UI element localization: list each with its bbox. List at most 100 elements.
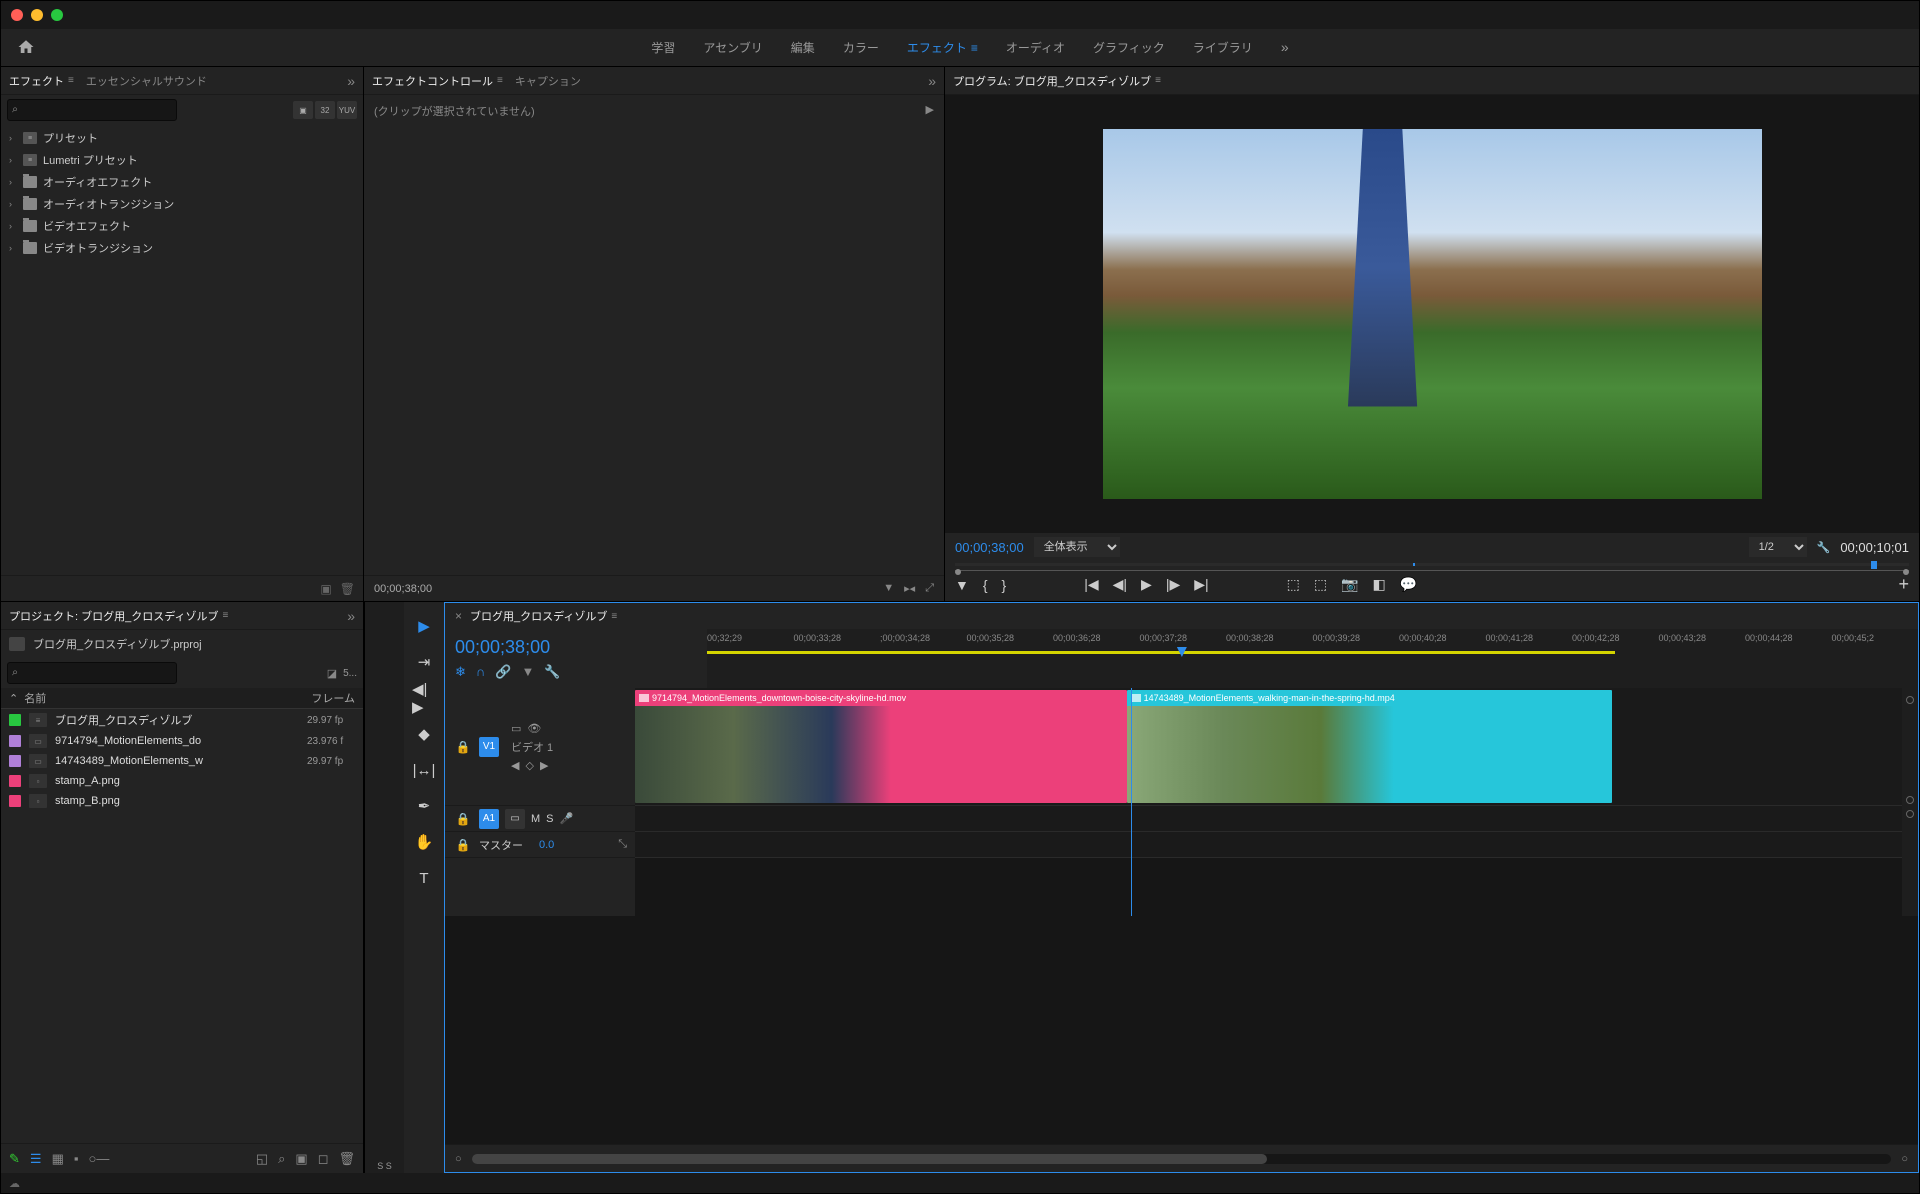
collapse-icon[interactable]: ⤡ xyxy=(618,838,627,851)
close-seq-icon[interactable]: × xyxy=(455,609,462,623)
tree-presets[interactable]: ›≡プリセット xyxy=(5,127,359,149)
mute-button[interactable]: M xyxy=(531,813,540,825)
step-fwd-icon[interactable]: |▶ xyxy=(1166,576,1180,593)
zoom-slider-icon[interactable]: ○— xyxy=(88,1151,109,1166)
type-tool-icon[interactable]: T xyxy=(412,866,436,890)
goto-out-icon[interactable]: ▶| xyxy=(1194,576,1208,593)
tab-essential-sound[interactable]: エッセンシャルサウンド xyxy=(86,73,207,89)
eye-icon[interactable]: 👁 xyxy=(527,722,541,735)
zoom-dot[interactable] xyxy=(1906,810,1914,818)
magnet-icon[interactable]: ∩ xyxy=(476,664,485,680)
badge-yuv-icon[interactable]: YUV xyxy=(337,101,357,119)
tree-lumetri[interactable]: ›≡Lumetri プリセット xyxy=(5,149,359,171)
program-viewer[interactable] xyxy=(945,95,1919,533)
pencil-icon[interactable]: ✎ xyxy=(9,1151,20,1167)
ws-editing[interactable]: 編集 xyxy=(791,39,815,56)
zoom-dot[interactable] xyxy=(1906,696,1914,704)
play-icon[interactable]: ▶ xyxy=(1141,576,1152,593)
ws-effects[interactable]: エフェクト≡ xyxy=(907,39,978,56)
lock-icon[interactable]: 🔒 xyxy=(453,835,473,855)
track-v1[interactable]: 9714794_MotionElements_downtown-boise-ci… xyxy=(635,688,1902,806)
track-a1[interactable] xyxy=(635,806,1902,832)
lift-icon[interactable]: ⬚ xyxy=(1287,576,1300,593)
ec-loop-icon[interactable]: ▸◂ xyxy=(904,582,915,595)
mark-out-icon[interactable]: } xyxy=(1002,577,1007,593)
col-fps[interactable]: フレーム xyxy=(311,690,355,706)
ec-expand-icon[interactable]: ⤢ xyxy=(925,582,934,595)
add-marker-icon[interactable]: ▼ xyxy=(955,577,969,593)
program-title[interactable]: プログラム: ブログ用_クロスディゾルブ ≡ xyxy=(953,73,1161,89)
program-scrubber[interactable] xyxy=(955,563,1909,566)
work-area-bar[interactable] xyxy=(707,651,1615,654)
timeline-ruler[interactable]: 00;32;2900;00;33;28;00;00;34;2800;00;35;… xyxy=(707,629,1918,687)
slip-tool-icon[interactable]: |↔| xyxy=(412,758,436,782)
comparison-icon[interactable]: ◧ xyxy=(1373,576,1386,593)
freeform-view-icon[interactable]: ▪ xyxy=(74,1151,79,1166)
list-view-icon[interactable]: ☰ xyxy=(30,1151,42,1167)
bin-row[interactable]: ▭9714794_MotionElements_do23.976 f xyxy=(1,731,363,751)
goto-in-icon[interactable]: |◀ xyxy=(1084,576,1098,593)
track-master[interactable] xyxy=(635,832,1902,858)
track-header-a1[interactable]: 🔒 A1 ▭ M S 🎤 xyxy=(445,806,635,832)
tree-audio-transitions[interactable]: ›オーディオトランジション xyxy=(5,193,359,215)
extract-icon[interactable]: ⬚ xyxy=(1314,576,1327,593)
ws-graphics[interactable]: グラフィック xyxy=(1093,39,1165,56)
ripple-edit-tool-icon[interactable]: ◀|▶ xyxy=(412,686,436,710)
ws-more-icon[interactable]: » xyxy=(1281,39,1289,56)
ws-assembly[interactable]: アセンブリ xyxy=(703,39,762,56)
icon-view-icon[interactable]: ▦ xyxy=(52,1151,64,1167)
panel-expand-icon[interactable]: » xyxy=(928,73,936,89)
zoom-out-icon[interactable]: ○ xyxy=(455,1153,462,1165)
bin-row[interactable]: ▫stamp_A.png xyxy=(1,771,363,791)
home-icon[interactable] xyxy=(17,38,37,58)
new-item-icon[interactable]: ◻ xyxy=(318,1151,329,1167)
marker-icon[interactable]: ▼ xyxy=(521,664,534,680)
sequence-tab[interactable]: ブログ用_クロスディゾルブ ≡ xyxy=(470,608,617,624)
tree-video-effects[interactable]: ›ビデオエフェクト xyxy=(5,215,359,237)
tree-audio-effects[interactable]: ›オーディオエフェクト xyxy=(5,171,359,193)
master-value[interactable]: 0.0 xyxy=(539,839,554,851)
track-select-tool-icon[interactable]: ⇥ xyxy=(412,650,436,674)
next-kf-icon[interactable]: ▶ xyxy=(540,759,548,772)
col-name[interactable]: 名前 xyxy=(24,690,46,706)
close-window-icon[interactable] xyxy=(11,9,23,21)
lock-icon[interactable]: 🔒 xyxy=(453,809,473,829)
bin-row[interactable]: ▫stamp_B.png xyxy=(1,791,363,811)
trash-icon[interactable]: 🗑 xyxy=(340,582,355,596)
track-content-area[interactable]: 9714794_MotionElements_downtown-boise-ci… xyxy=(635,688,1902,916)
voice-icon[interactable]: 🎤 xyxy=(560,812,574,825)
timeline-zoom-scrollbar[interactable] xyxy=(472,1154,1892,1164)
auto-sequence-icon[interactable]: ◱ xyxy=(256,1151,268,1167)
program-fit-select[interactable]: 全体表示 xyxy=(1034,537,1120,557)
badge-32-icon[interactable]: 32 xyxy=(315,101,335,119)
ec-filter-icon[interactable]: ▼ xyxy=(883,582,894,595)
comment-icon[interactable]: 💬 xyxy=(1400,576,1417,593)
clip-2[interactable]: 14743489_MotionElements_walking-man-in-t… xyxy=(1127,690,1612,803)
ws-audio[interactable]: オーディオ xyxy=(1006,39,1065,56)
badge-accel-icon[interactable]: ▣ xyxy=(293,101,313,119)
tab-effect-controls[interactable]: エフェクトコントロール ≡ xyxy=(372,73,503,89)
timeline-empty-area[interactable] xyxy=(445,916,1918,1144)
hand-tool-icon[interactable]: ✋ xyxy=(412,830,436,854)
new-bin-icon[interactable]: ▣ xyxy=(295,1151,307,1167)
program-timecode-current[interactable]: 00;00;38;00 xyxy=(955,540,1024,555)
solo-button[interactable]: S xyxy=(546,813,553,825)
bin-row[interactable]: ≡ブログ用_クロスディゾルブ29.97 fp xyxy=(1,709,363,731)
ws-library[interactable]: ライブラリ xyxy=(1193,39,1253,56)
trash-icon[interactable]: 🗑 xyxy=(338,1151,355,1167)
pen-tool-icon[interactable]: ✒ xyxy=(412,794,436,818)
find-icon[interactable]: ⌕ xyxy=(278,1151,285,1167)
ws-color[interactable]: カラー xyxy=(843,39,879,56)
maximize-window-icon[interactable] xyxy=(51,9,63,21)
track-header-v1[interactable]: 🔒 V1 ▭👁 ビデオ 1 ◀◇▶ xyxy=(445,688,635,806)
tab-effects[interactable]: エフェクト ≡ xyxy=(9,73,74,89)
razor-tool-icon[interactable]: ◆ xyxy=(412,722,436,746)
export-frame-icon[interactable]: 📷 xyxy=(1341,576,1358,593)
program-playhead-icon[interactable] xyxy=(1413,563,1415,566)
step-back-icon[interactable]: ◀| xyxy=(1113,576,1127,593)
bin-row[interactable]: ▭14743489_MotionElements_w29.97 fp xyxy=(1,751,363,771)
zoom-dot[interactable] xyxy=(1906,796,1914,804)
project-search-input[interactable] xyxy=(7,662,177,684)
v1-target[interactable]: V1 xyxy=(479,737,499,757)
timeline-timecode[interactable]: 00;00;38;00 xyxy=(455,637,697,658)
